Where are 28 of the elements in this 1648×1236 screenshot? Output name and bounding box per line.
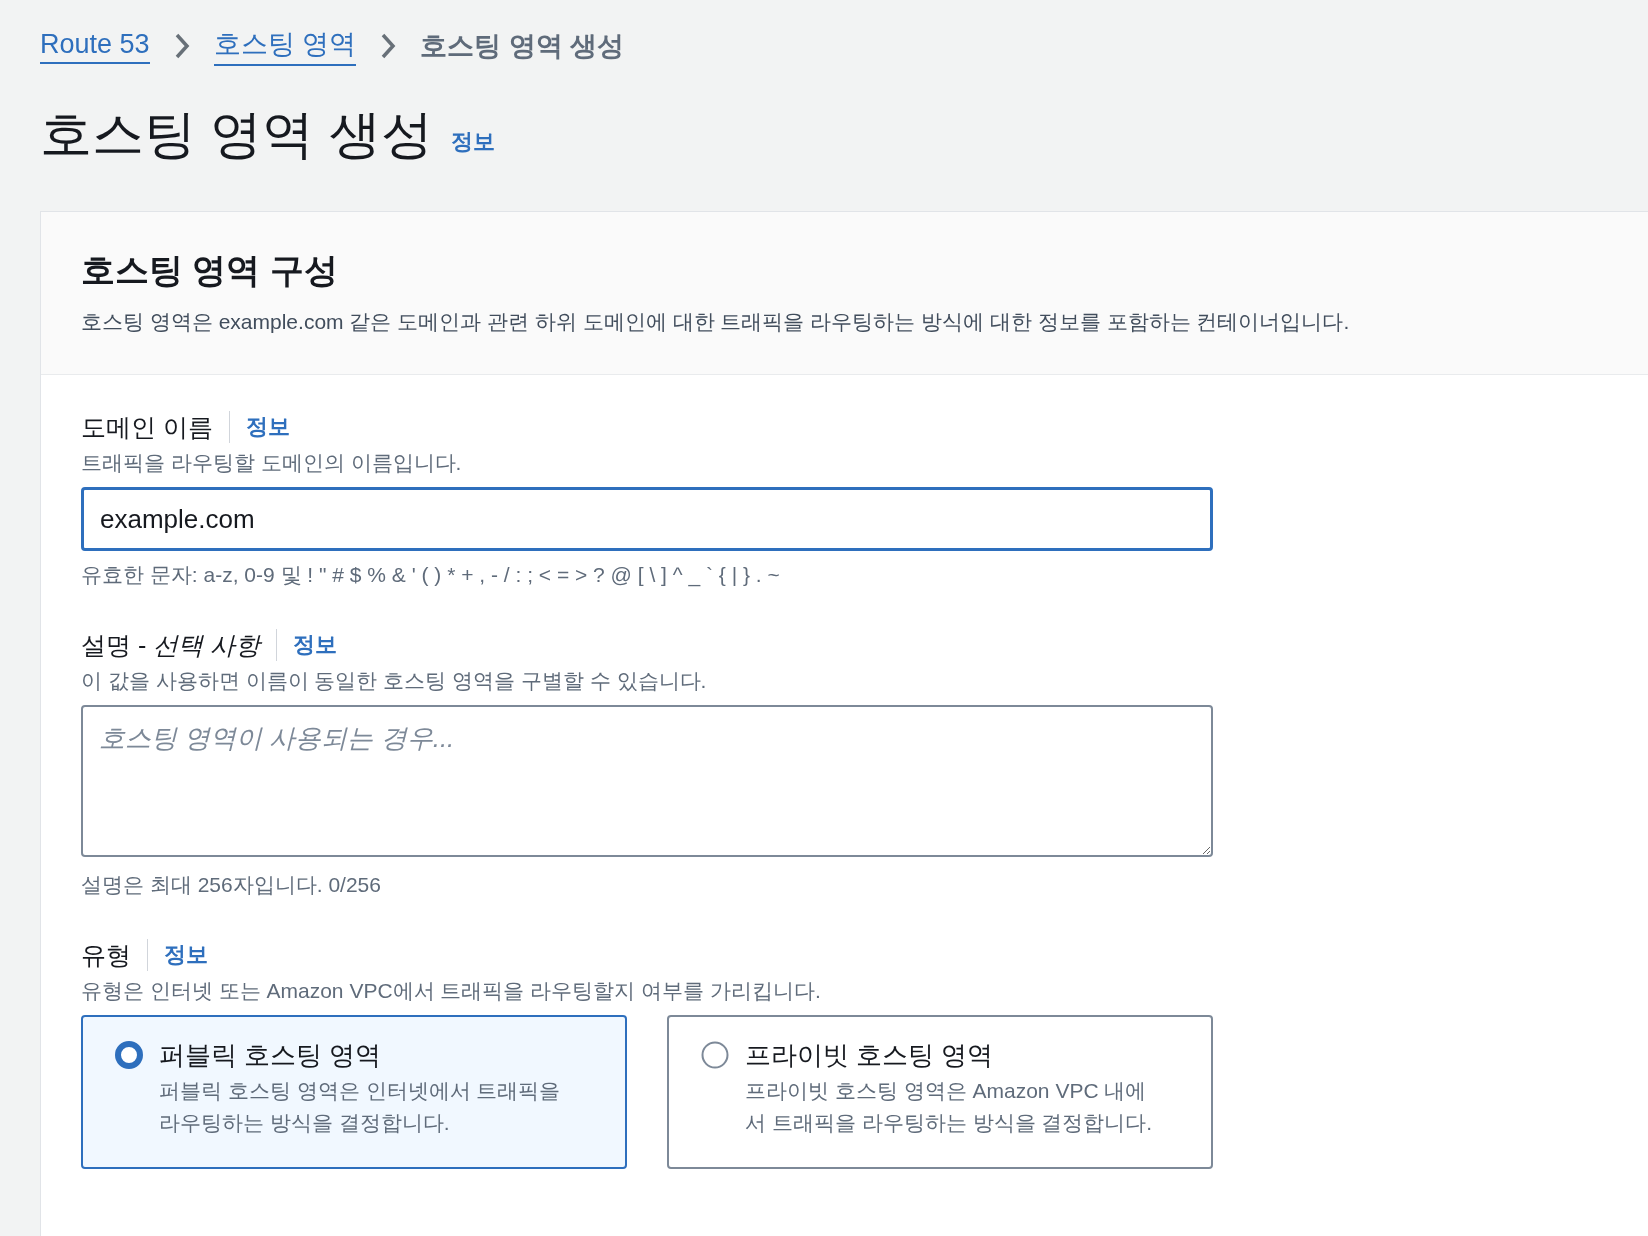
page-title: 호스팅 영역 생성 [40,106,433,164]
constraint-text: 유효한 문자: a-z, 0-9 및 ! " # $ % & ' ( ) * + , - / : ; < = > ? @ [ \ ] ^ _ ` { | } . ~ [81,562,781,589]
field-description: 이 값을 사용하면 이름이 동일한 호스팅 영역을 구별할 수 있습니다. [81,668,708,695]
description-textarea[interactable]: 호스팅 영역이 사용되는 경우... [81,705,1213,858]
radio-tile[interactable]: 프라이빗 호스팅 영역 프라이빗 호스팅 영역은 Amazon VPC 내에서 트래픽을 라우팅하는 방식을 결정합니다. [667,1015,1213,1170]
domain-name-input[interactable]: example.com [81,487,1213,552]
field-label: 유형 [81,939,148,972]
breadcrumb-link[interactable]: 호스팅 영역 [213,26,357,66]
info-link[interactable]: 정보 [450,127,495,164]
info-link[interactable]: 정보 [293,630,338,661]
radio-title: 퍼블릭 호스팅 영역 [159,1039,383,1072]
constraint-text: 설명은 최대 256자입니다. 0/256 [81,872,382,899]
radio-tile[interactable]: 퍼블릭 호스팅 영역 퍼블릭 호스팅 영역은 인터넷에서 트래픽을 라우팅하는 방식을 결정합니다. [81,1015,627,1170]
breadcrumb-link[interactable]: Route 53 [40,28,150,64]
info-link[interactable]: 정보 [164,940,208,971]
radio-description: 프라이빗 호스팅 영역은 Amazon VPC 내에서 트래픽을 라우팅하는 방식을 결정합니다. [745,1078,1154,1137]
info-link[interactable]: 정보 [245,412,290,443]
field-label: 설명 - 선택 사항 [81,629,278,662]
radio-description: 퍼블릭 호스팅 영역은 인터넷에서 트래픽을 라우팅하는 방식을 결정합니다. [159,1078,562,1137]
field-label: 도메인 이름 [81,411,230,444]
radio-title: 프라이빗 호스팅 영역 [745,1039,995,1072]
radio-button[interactable] [115,1041,143,1070]
field-description: 유형은 인터넷 또는 Amazon VPC에서 트래픽을 라우팅할지 여부를 가리킵니다. [81,978,822,1005]
field-description: 트래픽을 라우팅할 도메인의 이름입니다. [81,450,463,477]
panel-title: 호스팅 영역 구성 [81,250,339,292]
radio-button[interactable] [701,1041,729,1070]
panel-description: 호스팅 영역은 example.com 같은 도메인과 관련 하위 도메인에 대한 트래픽을 라우팅하는 방식에 대한 정보를 포함하는 컨테이너입니다. [81,309,1351,336]
breadcrumb-current: 호스팅 영역 생성 [420,30,625,63]
